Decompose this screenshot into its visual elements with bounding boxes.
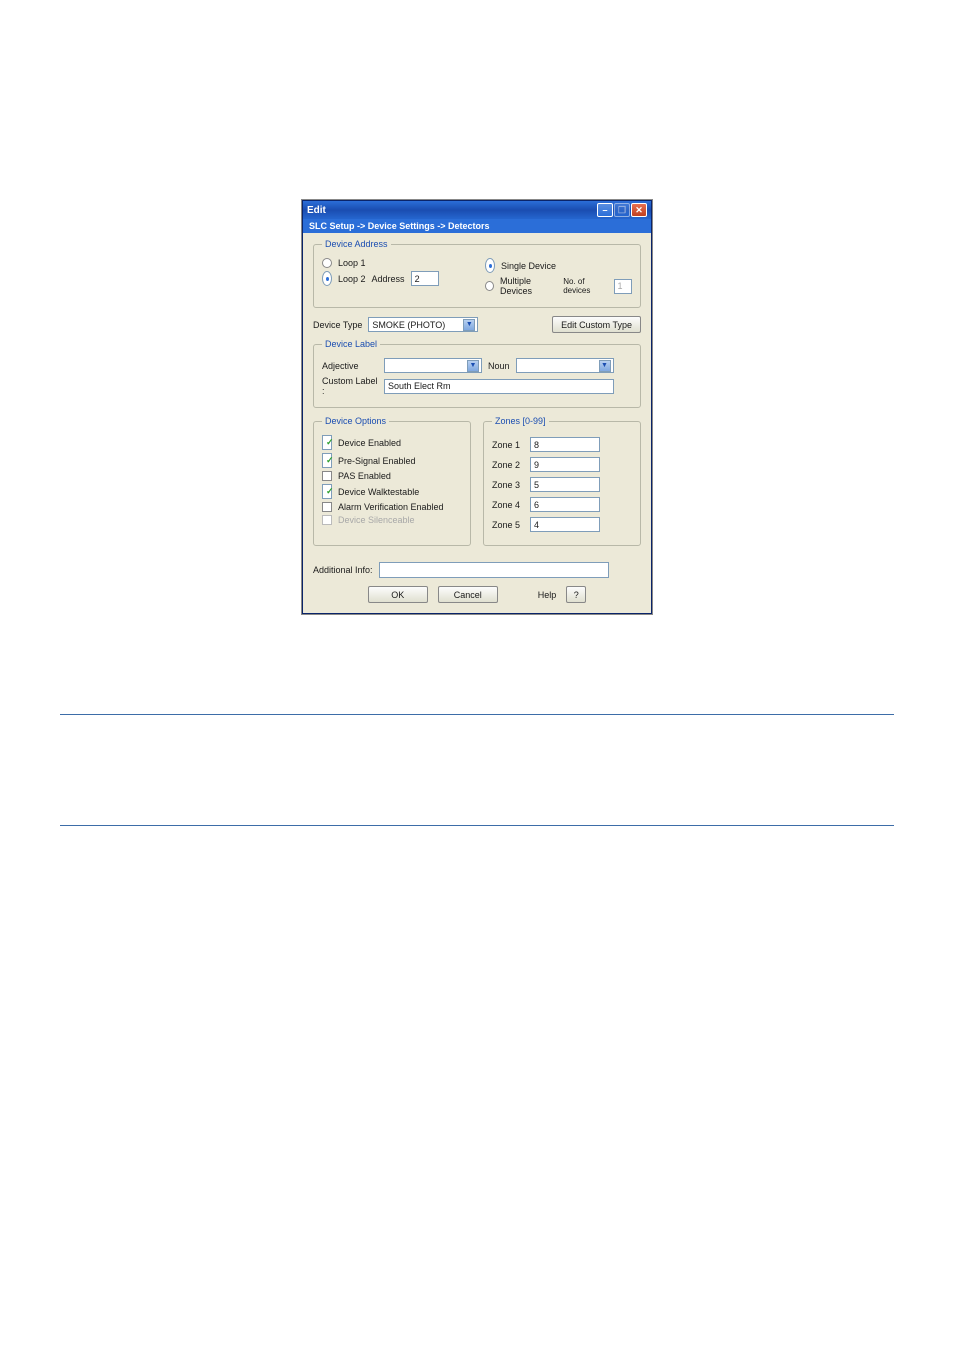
edit-custom-type-button[interactable]: Edit Custom Type xyxy=(552,316,641,333)
silenceable-checkbox xyxy=(322,515,332,525)
zone1-input[interactable]: 8 xyxy=(530,437,600,452)
edit-dialog: Edit – ❐ ✕ SLC Setup -> Device Settings … xyxy=(302,200,652,614)
additional-info-input[interactable] xyxy=(379,562,609,578)
numdev-label: No. of devices xyxy=(563,277,607,295)
alarm-verification-checkbox[interactable] xyxy=(322,502,332,512)
loop2-radio[interactable] xyxy=(322,271,332,286)
opt-label: Device Silenceable xyxy=(338,515,415,525)
zones-legend: Zones [0-99] xyxy=(492,416,549,426)
custom-label-input[interactable]: South Elect Rm xyxy=(384,379,614,394)
titlebar: Edit – ❐ ✕ xyxy=(303,201,651,219)
single-device-label: Single Device xyxy=(501,261,556,271)
noun-select[interactable]: ▼ xyxy=(516,358,614,373)
minimize-button[interactable]: – xyxy=(597,203,613,217)
presignal-enabled-checkbox[interactable] xyxy=(322,453,332,468)
device-label-legend: Device Label xyxy=(322,339,380,349)
additional-info-label: Additional Info: xyxy=(313,565,373,575)
chevron-down-icon: ▼ xyxy=(599,360,611,372)
custom-label-label: Custom Label : xyxy=(322,376,378,396)
adjective-label: Adjective xyxy=(322,361,378,371)
dialog-buttons: OK Cancel Help ? xyxy=(313,586,641,603)
close-button[interactable]: ✕ xyxy=(631,203,647,217)
zone-label: Zone 5 xyxy=(492,520,524,530)
device-options-legend: Device Options xyxy=(322,416,389,426)
opt-label: Alarm Verification Enabled xyxy=(338,502,444,512)
opt-label: Pre-Signal Enabled xyxy=(338,456,416,466)
device-type-value: SMOKE (PHOTO) xyxy=(372,320,445,330)
ok-button[interactable]: OK xyxy=(368,586,428,603)
help-label: Help xyxy=(538,590,557,600)
address-label: Address xyxy=(372,274,405,284)
zone4-input[interactable]: 6 xyxy=(530,497,600,512)
breadcrumb: SLC Setup -> Device Settings -> Detector… xyxy=(303,219,651,233)
zone3-input[interactable]: 5 xyxy=(530,477,600,492)
opt-label: Device Walktestable xyxy=(338,487,419,497)
device-address-legend: Device Address xyxy=(322,239,391,249)
zone-label: Zone 4 xyxy=(492,500,524,510)
loop1-label: Loop 1 xyxy=(338,258,366,268)
multiple-devices-radio[interactable] xyxy=(485,281,494,291)
adjective-select[interactable]: ▼ xyxy=(384,358,482,373)
pas-enabled-checkbox[interactable] xyxy=(322,471,332,481)
zone2-input[interactable]: 9 xyxy=(530,457,600,472)
opt-label: Device Enabled xyxy=(338,438,401,448)
numdev-input: 1 xyxy=(614,279,632,294)
multiple-devices-label: Multiple Devices xyxy=(500,276,557,296)
walktestable-checkbox[interactable] xyxy=(322,484,332,499)
zone-label: Zone 2 xyxy=(492,460,524,470)
device-type-label: Device Type xyxy=(313,320,362,330)
address-input[interactable]: 2 xyxy=(411,271,439,286)
window-controls: – ❐ ✕ xyxy=(597,203,647,217)
loop1-radio[interactable] xyxy=(322,258,332,268)
device-address-group: Device Address Loop 1 Loop 2 Address 2 xyxy=(313,239,641,308)
zone-label: Zone 3 xyxy=(492,480,524,490)
device-type-select[interactable]: SMOKE (PHOTO) ▼ xyxy=(368,317,478,332)
noun-label: Noun xyxy=(488,361,510,371)
dialog-title: Edit xyxy=(307,205,326,216)
divider xyxy=(60,825,894,826)
zone-label: Zone 1 xyxy=(492,440,524,450)
zones-group: Zones [0-99] Zone 1 8 Zone 2 9 Zone 3 5 Zon… xyxy=(483,416,641,546)
device-options-group: Device Options Device Enabled Pre-Signal… xyxy=(313,416,471,546)
chevron-down-icon: ▼ xyxy=(467,360,479,372)
loop2-label: Loop 2 xyxy=(338,274,366,284)
help-button[interactable]: ? xyxy=(566,586,586,603)
opt-label: PAS Enabled xyxy=(338,471,391,481)
divider xyxy=(60,714,894,715)
single-device-radio[interactable] xyxy=(485,258,495,273)
cancel-button[interactable]: Cancel xyxy=(438,586,498,603)
device-label-group: Device Label Adjective ▼ Noun ▼ Custom L… xyxy=(313,339,641,408)
maximize-button: ❐ xyxy=(614,203,630,217)
device-enabled-checkbox[interactable] xyxy=(322,435,332,450)
chevron-down-icon: ▼ xyxy=(463,319,475,331)
zone5-input[interactable]: 4 xyxy=(530,517,600,532)
